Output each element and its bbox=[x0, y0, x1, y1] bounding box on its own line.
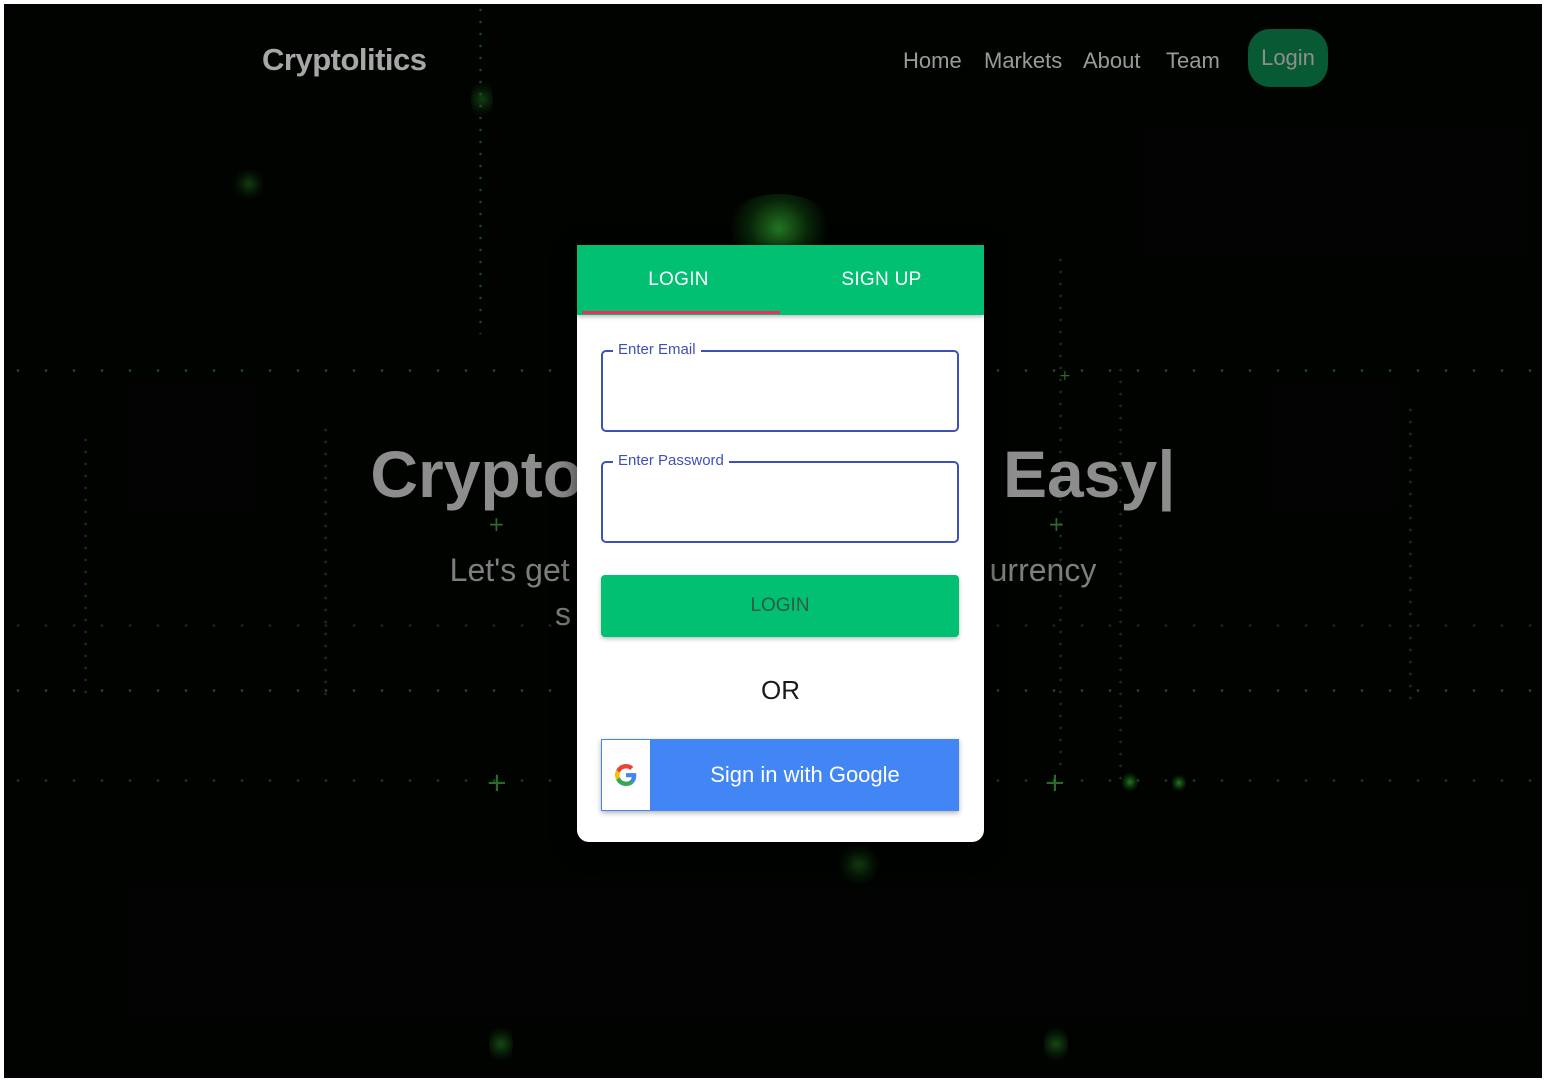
hero-title-left: Crypto bbox=[370, 437, 584, 511]
hero-subtitle-left: Let's get bbox=[449, 552, 570, 588]
password-field[interactable]: Enter Password bbox=[601, 452, 959, 543]
login-modal: LOGIN SIGN UP Enter Email Enter Password… bbox=[577, 245, 984, 842]
brand-logo[interactable]: Cryptolitics bbox=[262, 42, 427, 78]
or-divider: OR bbox=[761, 675, 800, 705]
nav-link-team[interactable]: Team bbox=[1166, 48, 1220, 74]
email-field[interactable]: Enter Email bbox=[601, 341, 959, 432]
page-background: + + + + + Cryptolitics Home Markets Abou… bbox=[4, 4, 1542, 1078]
hero-title-right: Easy| bbox=[1003, 437, 1176, 511]
password-field-label: Enter Password bbox=[613, 452, 729, 469]
tab-login[interactable]: LOGIN bbox=[577, 245, 780, 315]
nav-login-button[interactable]: Login bbox=[1248, 29, 1328, 87]
tab-sign-up[interactable]: SIGN UP bbox=[780, 245, 983, 315]
google-icon bbox=[602, 740, 650, 810]
nav-link-markets[interactable]: Markets bbox=[984, 48, 1062, 74]
password-input[interactable] bbox=[615, 485, 945, 525]
google-sign-in-label: Sign in with Google bbox=[710, 762, 900, 787]
email-input[interactable] bbox=[615, 374, 945, 414]
active-tab-indicator bbox=[582, 311, 780, 314]
login-submit-button[interactable]: LOGIN bbox=[601, 575, 959, 637]
google-sign-in-button[interactable]: Sign in with Google bbox=[601, 739, 959, 811]
nav-link-home[interactable]: Home bbox=[903, 48, 962, 74]
hero-subtitle-line2-text: s bbox=[555, 596, 571, 632]
nav-link-about[interactable]: About bbox=[1083, 48, 1141, 74]
email-field-label: Enter Email bbox=[613, 341, 701, 358]
hero-subtitle-right: urrency bbox=[989, 552, 1097, 588]
auth-tabs: LOGIN SIGN UP bbox=[577, 245, 984, 315]
